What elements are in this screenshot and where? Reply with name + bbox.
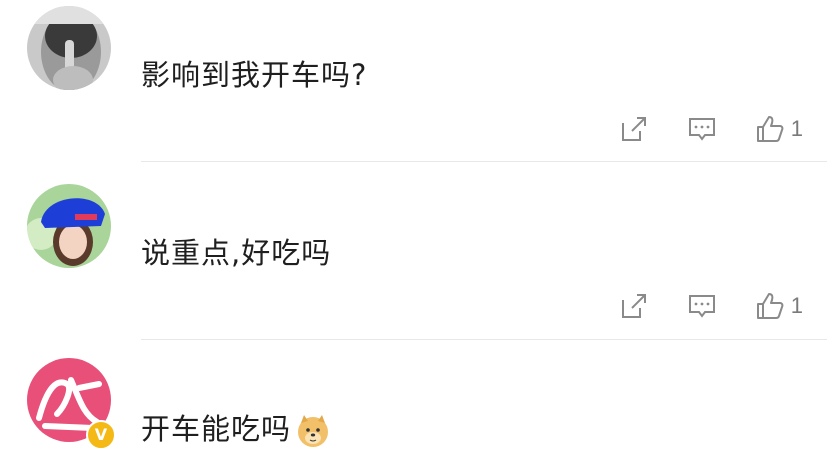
comment-item: 说重点,好吃吗 1: [0, 162, 827, 340]
comment-text-content: 开车能吃吗: [141, 412, 292, 446]
like-count: 1: [790, 293, 803, 318]
comment-button[interactable]: [687, 291, 717, 321]
comment-item: V 开车能吃吗: [0, 340, 827, 450]
thumbs-up-icon: [756, 293, 784, 319]
doge-emoji-icon: [298, 415, 329, 447]
shush-gesture-avatar-icon: [27, 6, 111, 90]
like-button[interactable]: 1: [755, 291, 803, 321]
comment-button[interactable]: [687, 114, 717, 144]
share-icon: [621, 294, 646, 318]
share-button[interactable]: [619, 114, 649, 144]
like-count: 1: [790, 116, 803, 141]
verified-badge: V: [86, 420, 116, 450]
comment-icon: [688, 295, 715, 318]
comment-icon: [688, 118, 715, 141]
avatar[interactable]: [27, 6, 111, 90]
comment-actions: 1: [619, 289, 803, 323]
avatar[interactable]: [27, 184, 111, 268]
comment-item: 影响到我开车吗? 1: [0, 0, 827, 162]
girl-blue-hat-avatar-icon: [27, 184, 111, 268]
like-button[interactable]: 1: [755, 114, 803, 144]
share-icon: [621, 117, 646, 141]
comment-text: 说重点,好吃吗: [141, 236, 332, 270]
comment-text: 开车能吃吗: [141, 406, 331, 449]
comment-text: 影响到我开车吗?: [141, 58, 368, 92]
thumbs-up-icon: [756, 116, 784, 142]
share-button[interactable]: [619, 291, 649, 321]
comment-actions: 1: [619, 112, 803, 146]
